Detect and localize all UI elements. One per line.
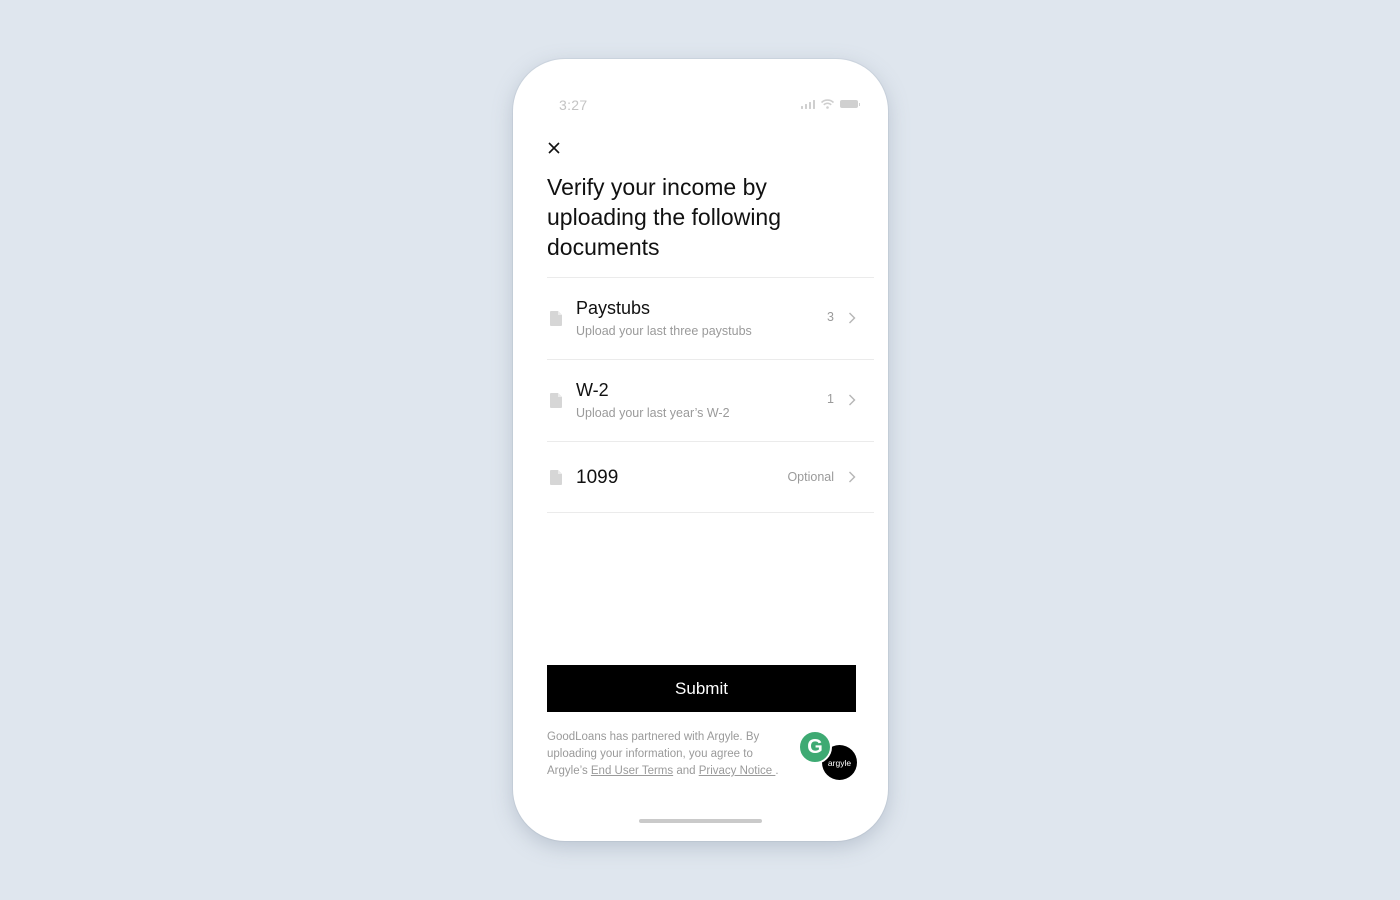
document-icon <box>550 311 562 326</box>
document-list: Paystubs Upload your last three paystubs… <box>547 278 874 513</box>
wifi-icon <box>821 99 834 109</box>
end-user-terms-link[interactable]: End User Terms <box>591 765 673 777</box>
status-bar: 3:27 <box>513 59 888 119</box>
disclaimer-end: . <box>775 765 779 777</box>
goodloans-logo: G <box>798 730 832 764</box>
document-icon <box>550 470 562 485</box>
chevron-right-icon <box>849 312 856 324</box>
disclaimer-and: and <box>673 765 699 777</box>
partner-disclaimer: GoodLoans has partnered with Argyle. By … <box>547 729 787 780</box>
status-time: 3:27 <box>559 97 588 113</box>
chevron-right-icon <box>849 394 856 406</box>
submit-button[interactable]: Submit <box>547 665 856 712</box>
document-name: Paystubs <box>576 298 651 318</box>
document-count: 3 <box>827 310 834 324</box>
signal-icon <box>800 99 815 109</box>
document-row-w2[interactable]: W-2 Upload your last year’s W-2 1 <box>547 360 874 442</box>
document-row-1099[interactable]: 1099 Optional <box>547 442 874 513</box>
privacy-notice-link[interactable]: Privacy Notice <box>699 765 776 777</box>
document-optional-label: Optional <box>787 470 834 484</box>
close-icon <box>548 142 560 154</box>
document-row-paystubs[interactable]: Paystubs Upload your last three paystubs… <box>547 278 874 360</box>
document-name: 1099 <box>576 467 619 488</box>
close-button[interactable] <box>543 137 565 159</box>
status-icons <box>800 99 860 109</box>
document-subtitle: Upload your last three paystubs <box>576 324 752 338</box>
document-count: 1 <box>827 392 834 406</box>
battery-icon <box>840 100 860 108</box>
phone-frame: 3:27 Verify your income by uploading the… <box>513 59 888 841</box>
page-title: Verify your income by uploading the foll… <box>547 174 782 260</box>
home-indicator[interactable] <box>639 819 762 823</box>
document-name: W-2 <box>576 380 609 400</box>
document-subtitle: Upload your last year’s W-2 <box>576 406 730 420</box>
chevron-right-icon <box>849 471 856 483</box>
document-icon <box>550 393 562 408</box>
